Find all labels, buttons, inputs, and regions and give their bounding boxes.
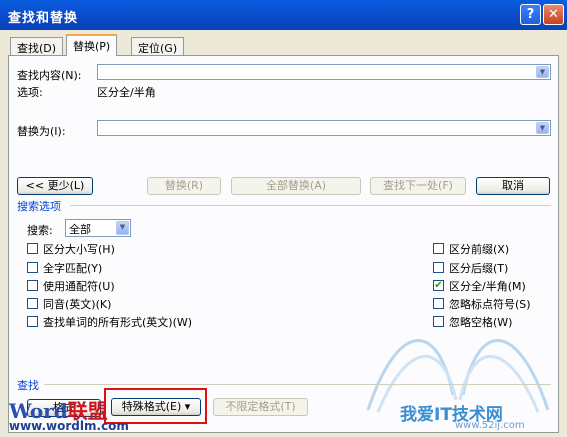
help-icon: ?	[526, 7, 535, 22]
match-width-label: 区分全/半角(M)	[449, 280, 526, 293]
whole-word-checkbox[interactable]	[27, 262, 38, 273]
divider	[44, 384, 551, 385]
chevron-down-icon[interactable]: ▼	[116, 221, 129, 235]
search-direction-select[interactable]: 全部 ▼	[65, 219, 131, 237]
all-word-forms-label: 查找单词的所有形式(英文)(W)	[43, 316, 193, 329]
sounds-like-checkbox[interactable]	[27, 298, 38, 309]
chevron-down-icon[interactable]: ▼	[536, 122, 549, 134]
no-formatting-button[interactable]: 不限定格式(T)	[213, 398, 308, 416]
options-label: 选项:	[17, 86, 43, 99]
less-button[interactable]: << 更少(L)	[17, 177, 93, 195]
find-replace-dialog: 查找和替换 ? ✕ 查找(D) 替换(P) 定位(G) 查找内容(N): ▼ 选…	[0, 0, 567, 437]
ignore-punctuation-label: 忽略标点符号(S)	[449, 298, 531, 311]
wildcards-checkbox[interactable]	[27, 280, 38, 291]
find-what-label: 查找内容(N):	[17, 69, 82, 82]
help-button[interactable]: ?	[520, 4, 541, 25]
replace-button[interactable]: 替换(R)	[147, 177, 221, 195]
match-prefix-checkbox[interactable]	[433, 243, 444, 254]
all-word-forms-checkbox[interactable]	[27, 316, 38, 327]
find-next-button[interactable]: 查找下一处(F)	[370, 177, 466, 195]
replace-with-combo[interactable]: ▼	[97, 120, 551, 136]
cancel-button[interactable]: 取消	[476, 177, 550, 195]
search-direction-label: 搜索:	[27, 224, 53, 237]
ignore-whitespace-checkbox[interactable]	[433, 316, 444, 327]
replace-with-label: 替换为(I):	[17, 125, 66, 138]
window-title: 查找和替换	[8, 11, 79, 26]
watermark-site-url: www.52ij.com	[455, 420, 525, 431]
sounds-like-label: 同音(英文)(K)	[43, 298, 112, 311]
tab-goto[interactable]: 定位(G)	[131, 37, 185, 55]
title-bar[interactable]: 查找和替换 ? ✕	[0, 0, 567, 30]
find-what-combo[interactable]: ▼	[97, 64, 551, 80]
ignore-whitespace-label: 忽略空格(W)	[449, 316, 513, 329]
chevron-down-icon[interactable]: ▼	[536, 66, 549, 78]
match-width-checkbox[interactable]: ✔	[433, 280, 444, 291]
find-section-title: 查找	[17, 379, 39, 392]
match-suffix-checkbox[interactable]	[433, 262, 444, 273]
match-case-checkbox[interactable]	[27, 243, 38, 254]
match-prefix-label: 区分前缀(X)	[449, 243, 510, 256]
ignore-punctuation-checkbox[interactable]	[433, 298, 444, 309]
match-case-label: 区分大小写(H)	[43, 243, 115, 256]
close-icon: ✕	[548, 7, 559, 22]
close-button[interactable]: ✕	[543, 4, 564, 25]
tab-find[interactable]: 查找(D)	[10, 37, 64, 55]
replace-all-button[interactable]: 全部替换(A)	[231, 177, 361, 195]
match-suffix-label: 区分后缀(T)	[449, 262, 509, 275]
wildcards-label: 使用通配符(U)	[43, 280, 115, 293]
divider	[70, 205, 551, 206]
search-options-title: 搜索选项	[17, 200, 61, 213]
watermark-url: www.wordlm.com	[9, 419, 129, 433]
whole-word-label: 全字匹配(Y)	[43, 262, 103, 275]
search-direction-value: 全部	[69, 223, 91, 236]
options-value: 区分全/半角	[97, 86, 156, 99]
tab-replace[interactable]: 替换(P)	[66, 34, 118, 56]
checkmark-icon: ✔	[434, 280, 443, 291]
